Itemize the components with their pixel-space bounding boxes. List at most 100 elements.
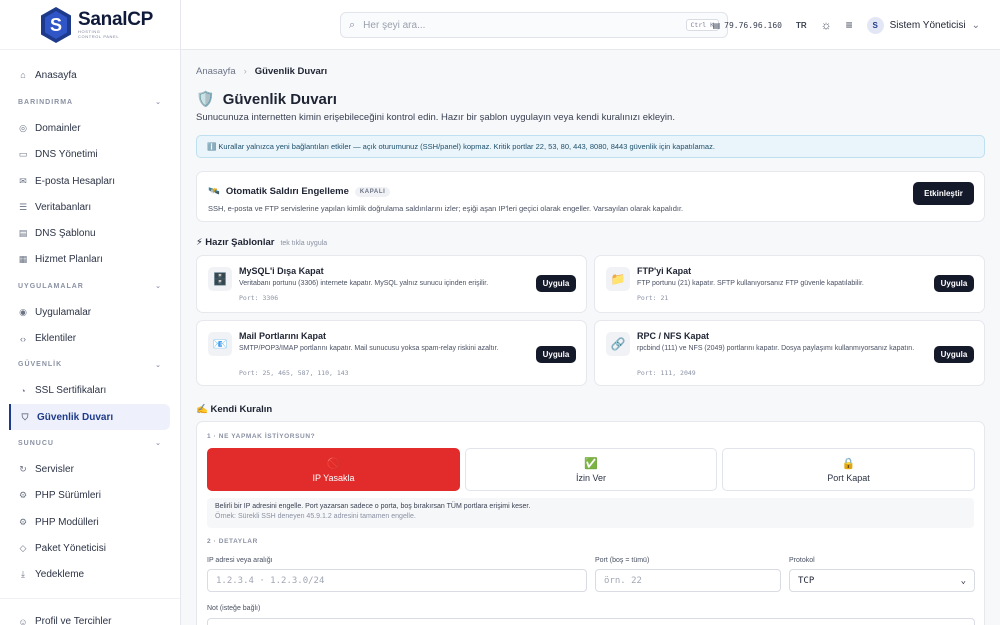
note-label: Not (isteğe bağlı)	[207, 605, 261, 612]
sidebar-item-domains[interactable]: ◎ Domainler	[0, 115, 170, 141]
package-icon: ◇	[19, 542, 27, 553]
sidebar-item-services[interactable]: ↻ Servisler	[0, 456, 170, 482]
template-title: MySQL'i Dışa Kapat	[239, 266, 324, 276]
globe-icon: ◎	[19, 122, 27, 133]
sidebar-item-php-modules[interactable]: ⚙ PHP Modülleri	[0, 509, 170, 535]
brand[interactable]: S SanalCP HOSTING CONTROL PANEL	[0, 0, 180, 50]
auto-block-title: 🛰️ Otomatik Saldırı Engelleme KAPALI	[208, 186, 391, 197]
template-title: Mail Portlarını Kapat	[239, 331, 327, 341]
brand-sub: CONTROL PANEL	[78, 33, 120, 39]
action-allow[interactable]: ✅ İzin Ver	[465, 448, 717, 491]
status-badge: KAPALI	[354, 186, 391, 197]
download-icon: ⤓	[21, 569, 25, 580]
port-input[interactable]: örn. 22	[595, 569, 781, 592]
template-port: Port: 111, 2049	[637, 369, 696, 377]
apply-button[interactable]: Uygula	[536, 346, 576, 363]
chevron-down-icon: ⌄	[155, 361, 162, 369]
sidebar-item-firewall[interactable]: ⛉ Güvenlik Duvarı	[9, 403, 170, 431]
action-close-port[interactable]: 🔒 Port Kapat	[722, 448, 975, 491]
logo-icon: S	[40, 6, 72, 44]
dns-icon: ▭	[18, 149, 28, 160]
breadcrumb-home[interactable]: Anasayfa	[196, 66, 236, 77]
sidebar: S SanalCP HOSTING CONTROL PANEL ⌂ Anasayf…	[0, 0, 181, 625]
theme-toggle-sun-icon[interactable]: ☼	[821, 18, 832, 32]
sidebar-item-plugins[interactable]: ‹› Eklentiler	[0, 325, 170, 351]
chevron-down-icon: ⌄	[971, 19, 980, 31]
check-icon: ✅	[584, 457, 598, 470]
sidebar-item-ssl[interactable]: ◔ SSL Sertifikaları	[0, 378, 170, 404]
template-port: Port: 21	[637, 294, 669, 302]
php-icon: ⚙	[18, 490, 28, 501]
chevron-down-icon: ⌄	[155, 283, 162, 291]
protocol-select[interactable]: TCP ⌄	[789, 569, 975, 592]
templates-heading: ⚡ Hazır Şablonlar tek tıkla uygula	[196, 237, 328, 248]
plans-icon: ▦	[18, 254, 28, 265]
chevron-down-icon: ⌄	[960, 575, 966, 586]
page-title: 🛡️ Güvenlik Duvarı	[196, 90, 337, 109]
search-input[interactable]: ⌕ Her şeyi ara... Ctrl K	[340, 12, 728, 38]
template-port: Port: 3306	[239, 294, 279, 302]
lock-icon: ◔	[20, 385, 26, 396]
language-switch[interactable]: TR	[796, 21, 807, 30]
home-icon: ⌂	[20, 70, 26, 81]
shield-icon: 🛡️	[196, 91, 215, 108]
step-2-label: 2 · DETAYLAR	[207, 538, 258, 545]
sidebar-item-packages[interactable]: ◇ Paket Yöneticisi	[0, 535, 170, 561]
sidebar-divider	[0, 597, 180, 599]
brand-name: SanalCP	[78, 8, 153, 30]
apps-icon: ◉	[19, 306, 27, 317]
template-port: Port: 25, 465, 587, 110, 143	[239, 369, 349, 377]
action-ban-ip[interactable]: 🚫 IP Yasakla	[207, 448, 460, 491]
auto-block-desc: SSH, e-posta ve FTP servislerine yapılan…	[208, 204, 684, 213]
sidebar-section-apps[interactable]: UYGULAMALAR ⌄	[0, 273, 180, 299]
avatar: S	[866, 16, 884, 34]
template-title: FTP'yi Kapat	[637, 266, 692, 276]
sidebar-item-dns-template[interactable]: ▤ DNS Şablonu	[0, 220, 170, 246]
template-desc: rpcbind (111) ve NFS (2049) portlarını k…	[637, 345, 915, 352]
ip-input[interactable]: 1.2.3.4 · 1.2.3.0/24	[207, 569, 587, 592]
sidebar-item-home[interactable]: ⌂ Anasayfa	[0, 62, 170, 88]
sidebar-section-security[interactable]: GÜVENLİK ⌄	[0, 352, 180, 378]
refresh-icon: ↻	[19, 463, 27, 474]
auto-block-card: 🛰️ Otomatik Saldırı Engelleme KAPALI SSH…	[196, 171, 985, 222]
sidebar-item-plans[interactable]: ▦ Hizmet Planları	[0, 247, 170, 273]
sidebar-item-profile[interactable]: ☺ Profil ve Tercihler	[0, 609, 170, 625]
folder-icon: 📁	[606, 267, 630, 291]
apply-button[interactable]: Uygula	[934, 275, 974, 292]
port-label: Port (boş = tümü)	[595, 557, 650, 564]
svg-text:S: S	[50, 15, 62, 35]
chevron-right-icon: ›	[243, 66, 247, 77]
user-menu[interactable]: S Sistem Yöneticisi ⌄	[866, 16, 980, 34]
template-title: RPC / NFS Kapat	[637, 331, 710, 341]
template-icon: ▤	[18, 228, 28, 239]
template-desc: SMTP/POP3/IMAP portlarını kapatır. Mail …	[239, 345, 499, 352]
breadcrumb-current: Güvenlik Duvarı	[254, 66, 328, 77]
page-subtitle: Sunucunuza internetten kimin erişebilece…	[196, 112, 675, 123]
sidebar-section-server[interactable]: SUNUCU ⌄	[0, 430, 180, 456]
broom-icon: 🛰️	[208, 186, 220, 197]
template-desc: Veritabanı portunu (3306) internete kapa…	[239, 280, 489, 287]
menu-icon[interactable]: ≡	[846, 18, 853, 32]
apply-button[interactable]: Uygula	[536, 275, 576, 292]
sidebar-item-email[interactable]: ✉ E-posta Hesapları	[0, 168, 170, 194]
sidebar-item-dns[interactable]: ▭ DNS Yönetimi	[0, 142, 170, 168]
sidebar-item-apps[interactable]: ◉ Uygulamalar	[0, 299, 170, 325]
search-placeholder: Her şeyi ara...	[363, 19, 426, 31]
chevron-down-icon: ⌄	[155, 440, 162, 448]
sidebar-nav: ⌂ Anasayfa BARINDIRMA ⌄ ◎ Domainler ▭ DNS Yö…	[0, 50, 180, 625]
step-1-label: 1 · NE YAPMAK İSTİYORSUN?	[207, 433, 316, 440]
apply-button[interactable]: Uygula	[934, 346, 974, 363]
enable-button[interactable]: Etkinleştir	[913, 182, 974, 205]
main-content: Anasayfa › Güvenlik Duvarı 🛡️ Güvenlik D…	[181, 50, 1000, 625]
database-icon: 🗄️	[208, 267, 232, 291]
sidebar-section-hosting[interactable]: BARINDIRMA ⌄	[0, 89, 180, 115]
sidebar-item-php-versions[interactable]: ⚙ PHP Sürümleri	[0, 483, 170, 509]
note-input[interactable]	[207, 618, 975, 625]
ip-label: IP adresi veya aralığı	[207, 557, 273, 564]
topbar: ⌕ Her şeyi ara... Ctrl K ▤ 79.76.96.160 T…	[181, 0, 1000, 50]
chevron-down-icon: ⌄	[155, 99, 162, 107]
template-desc: FTP portunu (21) kapatır. SFTP kullanıyo…	[637, 280, 864, 287]
sidebar-item-databases[interactable]: ☰ Veritabanları	[0, 194, 170, 220]
sidebar-item-backup[interactable]: ⤓ Yedekleme	[0, 561, 170, 587]
action-hint: Belirli bir IP adresini engelle. Port ya…	[207, 498, 974, 528]
